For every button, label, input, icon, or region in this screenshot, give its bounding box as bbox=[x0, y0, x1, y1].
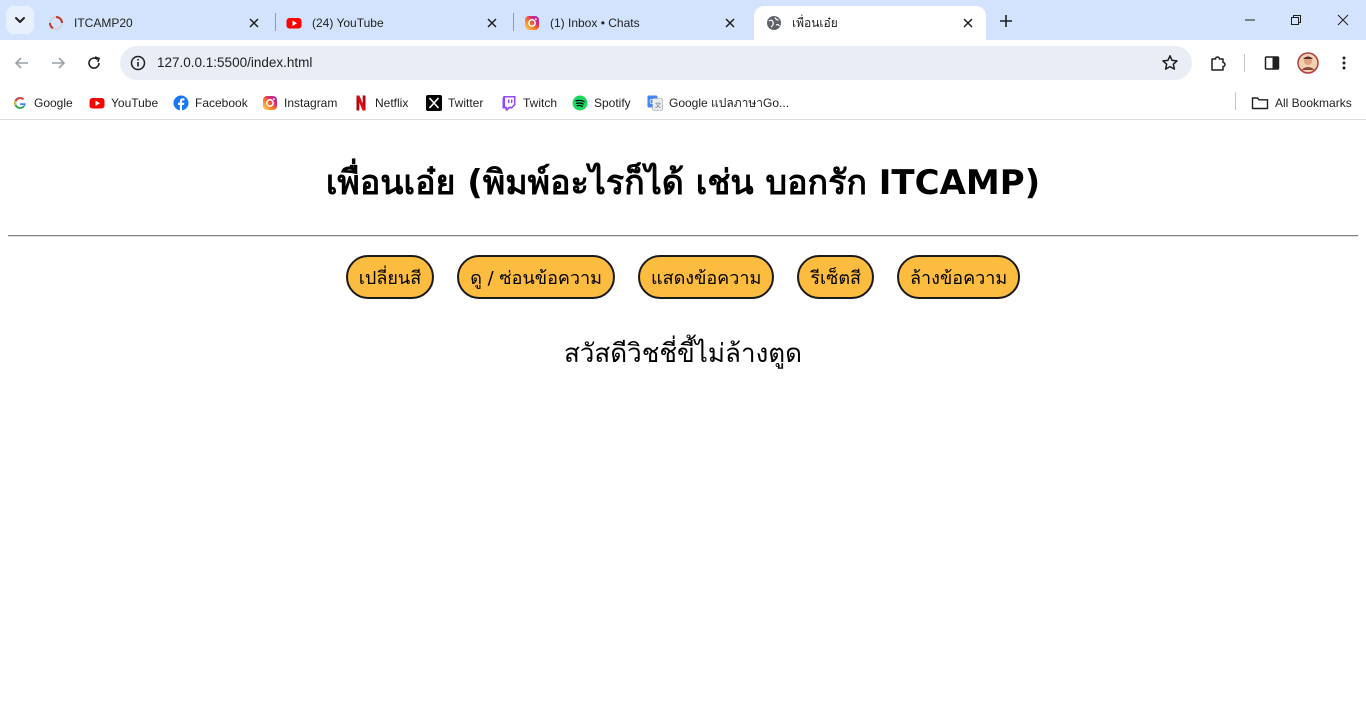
bookmark-label: Instagram bbox=[284, 96, 338, 110]
tab-close-button[interactable] bbox=[244, 13, 264, 33]
clear-message-button[interactable]: ล้างข้อความ bbox=[897, 255, 1021, 299]
all-bookmarks-label: All Bookmarks bbox=[1275, 96, 1352, 110]
loading-icon bbox=[48, 15, 64, 31]
tab-youtube[interactable]: (24) YouTube bbox=[274, 6, 510, 40]
reload-button[interactable] bbox=[82, 51, 106, 75]
bookmark-google-translate[interactable]: G文 Google แปลภาษาGo... bbox=[647, 92, 789, 114]
x-icon bbox=[426, 95, 442, 111]
bookmark-twitch[interactable]: Twitch bbox=[501, 92, 557, 114]
close-icon bbox=[249, 18, 259, 28]
spotify-icon bbox=[572, 95, 588, 111]
facebook-icon bbox=[173, 95, 189, 111]
close-icon bbox=[487, 18, 497, 28]
site-info-icon[interactable] bbox=[128, 53, 148, 73]
chevron-down-icon bbox=[15, 17, 25, 23]
bookmark-twitter[interactable]: Twitter bbox=[426, 92, 483, 114]
tab-instagram-inbox[interactable]: (1) Inbox • Chats bbox=[512, 6, 748, 40]
close-icon bbox=[725, 18, 735, 28]
tab-close-button[interactable] bbox=[482, 13, 502, 33]
web-page: เพื่อนเอ๋ย (พิมพ์อะไรก็ได้ เช่น บอกรัก I… bbox=[0, 121, 1366, 728]
extensions-button[interactable] bbox=[1206, 51, 1230, 75]
instagram-icon bbox=[524, 15, 540, 31]
bookmark-label: Spotify bbox=[594, 96, 631, 110]
bookmark-youtube[interactable]: YouTube bbox=[89, 92, 158, 114]
folder-icon bbox=[1251, 95, 1269, 111]
button-row: เปลี่ยนสี ดู / ซ่อนข้อความ แสดงข้อความ ร… bbox=[0, 255, 1366, 299]
netflix-icon bbox=[353, 95, 369, 111]
bookmark-google[interactable]: Google bbox=[12, 92, 73, 114]
bookmark-label: Google bbox=[34, 96, 73, 110]
google-translate-icon: G文 bbox=[647, 95, 663, 111]
bookmark-instagram[interactable]: Instagram bbox=[262, 92, 337, 114]
bookmark-label: Twitch bbox=[523, 96, 558, 110]
minimize-icon bbox=[1245, 19, 1255, 21]
url-text[interactable]: 127.0.0.1:5500/index.html bbox=[157, 55, 312, 70]
twitch-icon bbox=[501, 95, 517, 111]
horizontal-rule bbox=[8, 235, 1358, 237]
google-icon bbox=[12, 95, 28, 111]
page-title: เพื่อนเอ๋ย (พิมพ์อะไรก็ได้ เช่น บอกรัก I… bbox=[325, 163, 1041, 203]
tab-title: (24) YouTube bbox=[312, 16, 384, 30]
plus-icon bbox=[1000, 15, 1012, 27]
bookmarks-separator bbox=[1235, 92, 1236, 110]
tab-close-button[interactable] bbox=[720, 13, 740, 33]
tab-title: ITCAMP20 bbox=[74, 16, 133, 30]
restore-button[interactable] bbox=[1284, 8, 1308, 32]
close-icon bbox=[963, 18, 973, 28]
bookmark-spotify[interactable]: Spotify bbox=[572, 92, 631, 114]
tab-itcamp20[interactable]: ITCAMP20 bbox=[36, 6, 272, 40]
svg-text:G: G bbox=[649, 98, 654, 106]
bookmark-label: Netflix bbox=[375, 96, 409, 110]
bookmark-star-icon[interactable] bbox=[1160, 53, 1180, 73]
avatar bbox=[1297, 52, 1319, 74]
bookmarks-bar: Google YouTube Facebook Instagram Netfli… bbox=[0, 86, 1366, 120]
bookmark-label: YouTube bbox=[111, 96, 159, 110]
tab-title: (1) Inbox • Chats bbox=[550, 16, 640, 30]
back-button[interactable] bbox=[10, 51, 34, 75]
restore-icon bbox=[1291, 15, 1301, 25]
youtube-icon bbox=[286, 15, 302, 31]
toggle-message-button[interactable]: ดู / ซ่อนข้อความ bbox=[457, 255, 615, 299]
puzzle-icon bbox=[1211, 56, 1226, 71]
bookmark-netflix[interactable]: Netflix bbox=[353, 92, 408, 114]
change-color-button[interactable]: เปลี่ยนสี bbox=[345, 255, 435, 299]
reset-color-button[interactable]: รีเซ็ตสี bbox=[797, 255, 875, 299]
message-text: สวัสดีวิชชี่ขี้ไม่ล้างตูด bbox=[563, 339, 803, 369]
globe-icon bbox=[766, 15, 782, 31]
tab-close-button[interactable] bbox=[958, 13, 978, 33]
bookmark-label: Google แปลภาษาGo... bbox=[669, 95, 790, 110]
forward-button[interactable] bbox=[46, 51, 70, 75]
address-bar[interactable]: 127.0.0.1:5500/index.html bbox=[120, 46, 1192, 80]
side-panel-icon bbox=[1264, 56, 1280, 70]
instagram-icon bbox=[262, 95, 278, 111]
tab-strip: ITCAMP20 (24) YouTube (1) Inbox • Chats … bbox=[0, 0, 1366, 40]
browser-toolbar: 127.0.0.1:5500/index.html bbox=[0, 40, 1366, 86]
side-panel-button[interactable] bbox=[1260, 51, 1284, 75]
tab-active-page[interactable]: เพื่อนเอ๋ย bbox=[754, 6, 986, 40]
arrow-right-icon bbox=[52, 57, 66, 69]
youtube-icon bbox=[89, 95, 105, 111]
tab-search-button[interactable] bbox=[6, 6, 34, 34]
all-bookmarks-button[interactable]: All Bookmarks bbox=[1251, 92, 1352, 114]
tab-title: เพื่อนเอ๋ย bbox=[792, 15, 838, 30]
bookmark-label: Twitter bbox=[448, 96, 484, 110]
svg-text:文: 文 bbox=[655, 102, 661, 110]
arrow-left-icon bbox=[14, 57, 28, 69]
reload-icon bbox=[88, 56, 101, 69]
minimize-button[interactable] bbox=[1238, 8, 1262, 32]
new-tab-button[interactable] bbox=[994, 9, 1018, 33]
toolbar-separator bbox=[1244, 54, 1245, 72]
show-message-button[interactable]: แสดงข้อความ bbox=[638, 255, 775, 299]
close-icon bbox=[1337, 14, 1349, 26]
close-window-button[interactable] bbox=[1331, 8, 1355, 32]
bookmark-label: Facebook bbox=[195, 96, 248, 110]
more-vertical-icon bbox=[1342, 56, 1346, 70]
profile-button[interactable] bbox=[1296, 51, 1320, 75]
bookmark-facebook[interactable]: Facebook bbox=[173, 92, 248, 114]
menu-button[interactable] bbox=[1332, 51, 1356, 75]
